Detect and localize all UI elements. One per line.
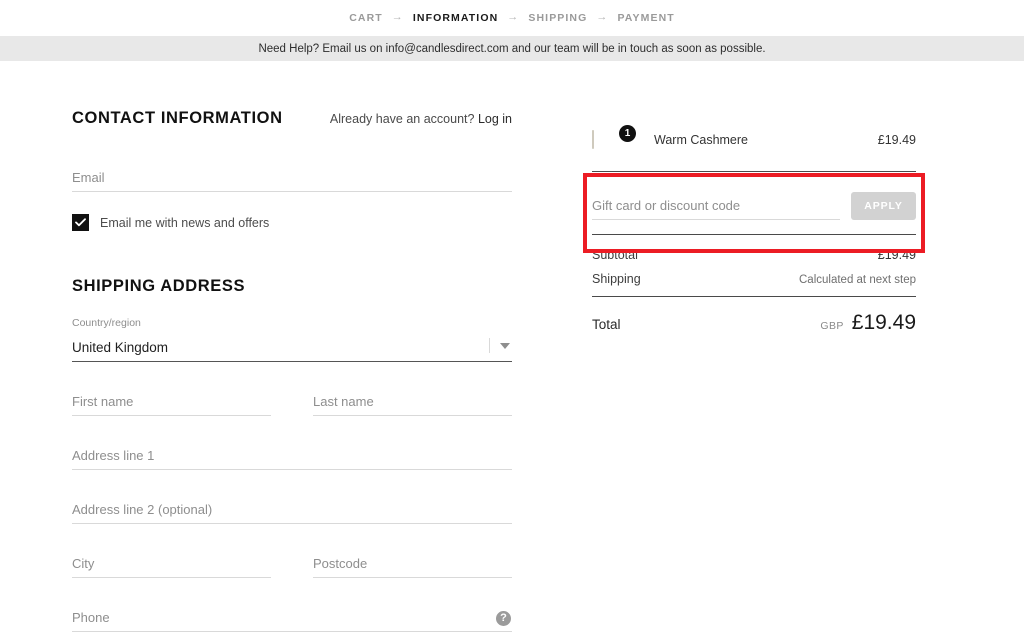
account-login-prompt: Already have an account? Log in [330,112,512,126]
contact-information-title: CONTACT INFORMATION [72,109,283,127]
checkout-breadcrumb: CART → INFORMATION → SHIPPING → PAYMENT [0,0,1024,36]
order-line-item: 1 Warm Cashmere £19.49 [592,109,916,171]
quantity-badge: 1 [619,125,636,142]
address-line-2-placeholder: Address line 2 (optional) [72,502,213,517]
grand-total-amount-group: GBP £19.49 [820,311,916,335]
city-placeholder: City [72,556,95,571]
last-name-field[interactable]: Last name [313,382,512,416]
phone-field[interactable]: Phone ? [72,598,512,632]
name-row: First name Last name [72,382,512,416]
help-banner-text: Need Help? Email us on info@candlesdirec… [258,42,766,55]
country-region-value: United Kingdom [72,339,169,355]
breadcrumb-step-shipping: SHIPPING [528,12,588,24]
city-field[interactable]: City [72,544,271,578]
newsletter-checkbox-row[interactable]: Email me with news and offers [72,214,512,231]
city-postcode-row: City Postcode [72,544,512,578]
country-dropdown-affordance[interactable] [489,338,510,353]
order-summary-column: 1 Warm Cashmere £19.49 Gift card or disc… [583,109,925,335]
contact-information-header: CONTACT INFORMATION Already have an acco… [72,109,512,128]
checkout-body: CONTACT INFORMATION Already have an acco… [0,61,1024,641]
subtotal-value: £19.49 [877,248,916,262]
last-name-placeholder: Last name [313,394,374,409]
currency-code: GBP [820,320,844,332]
shipping-label: Shipping [592,272,641,286]
product-name: Warm Cashmere [654,133,748,147]
discount-section: Gift card or discount code APPLY [583,172,925,253]
phone-placeholder: Phone [72,610,110,625]
login-link[interactable]: Log in [478,112,512,126]
address-line-1-field[interactable]: Address line 1 [72,436,512,470]
breadcrumb-step-information[interactable]: INFORMATION [413,12,498,24]
breadcrumb-arrow-icon: → [596,10,609,23]
address-line-1-placeholder: Address line 1 [72,448,155,463]
apply-discount-button[interactable]: APPLY [851,192,916,220]
grand-total-value: £19.49 [851,311,916,334]
breadcrumb-step-cart[interactable]: CART [349,12,383,24]
first-name-field[interactable]: First name [72,382,271,416]
product-price: £19.49 [877,133,916,147]
discount-row: Gift card or discount code APPLY [592,188,916,220]
breadcrumb-arrow-icon: → [391,10,404,23]
first-name-placeholder: First name [72,394,134,409]
email-placeholder: Email [72,170,105,185]
account-prompt-text: Already have an account? [329,112,475,126]
checkout-form-column: CONTACT INFORMATION Already have an acco… [72,109,512,641]
subtotal-row: Subtotal £19.49 [592,248,916,262]
newsletter-checkbox[interactable] [72,214,89,231]
candle-jar-image [592,130,594,149]
subtotal-label: Subtotal [592,248,638,262]
newsletter-label: Email me with news and offers [100,215,270,230]
grand-total-label: Total [592,317,621,332]
address-line-2-field[interactable]: Address line 2 (optional) [72,490,512,524]
discount-code-input[interactable]: Gift card or discount code [592,188,840,220]
chevron-down-icon[interactable] [500,342,510,349]
country-region-select[interactable]: Country/region United Kingdom [72,317,512,362]
postcode-placeholder: Postcode [313,556,368,571]
shipping-value: Calculated at next step [799,274,916,286]
totals-section: Subtotal £19.49 Shipping Calculated at n… [592,235,916,335]
help-banner: Need Help? Email us on info@candlesdirec… [0,36,1024,61]
discount-code-placeholder: Gift card or discount code [592,198,741,213]
breadcrumb-arrow-icon: → [507,10,520,23]
grand-total-row: Total GBP £19.49 [592,311,916,335]
shipping-row: Shipping Calculated at next step [592,272,916,286]
product-thumbnail-wrap: 1 [592,125,636,149]
email-field[interactable]: Email [72,158,512,192]
postcode-field[interactable]: Postcode [313,544,512,578]
grand-total-divider [592,296,916,297]
help-circle-icon[interactable]: ? [496,611,511,626]
country-region-label: Country/region [72,317,141,329]
shipping-address-title: SHIPPING ADDRESS [72,277,246,295]
dropdown-divider [489,338,490,353]
breadcrumb-step-payment: PAYMENT [617,12,675,24]
